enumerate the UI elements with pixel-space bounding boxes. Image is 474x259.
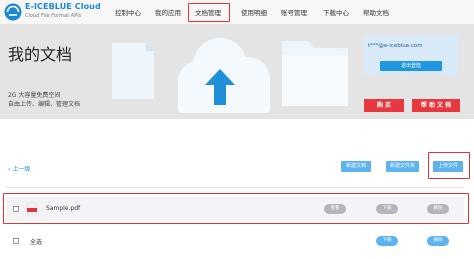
nav-control-center[interactable]: 控制中心 (113, 6, 143, 20)
logo[interactable]: E-ICEBLUE Cloud Cloud File Format APIs (4, 2, 104, 24)
page-title: 我的文档 (8, 45, 73, 64)
storage-text: 2G 大容量免费空间 (8, 92, 61, 99)
buy-button[interactable]: 购 买 (364, 99, 404, 112)
nav-download-center[interactable]: 下载中心 (321, 6, 351, 20)
cloud-folder-illustration (112, 38, 348, 113)
user-card: t***@e-iceblue.com 退出登陆 (364, 35, 458, 75)
banner: 我的文档 2G 大容量免费空间 自由上传、编辑、管理文档 t***@e-iceb… (0, 25, 474, 119)
nav-my-apps[interactable]: 我的应用 (153, 6, 183, 20)
nav-highlight-box (188, 3, 230, 22)
feature-text: 自由上传、编辑、管理文档 (8, 101, 81, 108)
nav-usage-details[interactable]: 使用明细 (239, 6, 269, 20)
logo-icon (4, 3, 22, 21)
select-all-checkbox[interactable] (13, 238, 19, 244)
file-row-highlight-box (3, 193, 469, 224)
bulk-download-button[interactable]: 下载 (376, 236, 398, 246)
bulk-delete-button[interactable]: 删除 (427, 236, 449, 246)
upload-highlight-box (428, 152, 470, 179)
nav-help-docs[interactable]: 帮助文档 (361, 6, 391, 20)
back-label: 上一级 (12, 166, 31, 173)
help-docs-button[interactable]: 帮 助 文 档 (412, 99, 460, 112)
select-all-row: 全选 下载 删除 (6, 231, 464, 251)
logo-title: E-ICEBLUE Cloud (25, 2, 101, 11)
back-link[interactable]: ‹ 上一级 (8, 164, 30, 173)
divider (6, 187, 464, 188)
user-email: t***@e-iceblue.com (368, 43, 423, 49)
new-document-button[interactable]: 新建文档 (341, 161, 371, 172)
select-all-label[interactable]: 全选 (30, 237, 42, 246)
logout-button[interactable]: 退出登陆 (380, 61, 442, 71)
nav-account-management[interactable]: 账号管理 (279, 6, 309, 20)
new-folder-button[interactable]: 新建文件夹 (386, 161, 419, 172)
top-header: E-ICEBLUE Cloud Cloud File Format APIs 控… (0, 0, 474, 25)
logo-subtitle: Cloud File Format APIs (25, 13, 82, 19)
